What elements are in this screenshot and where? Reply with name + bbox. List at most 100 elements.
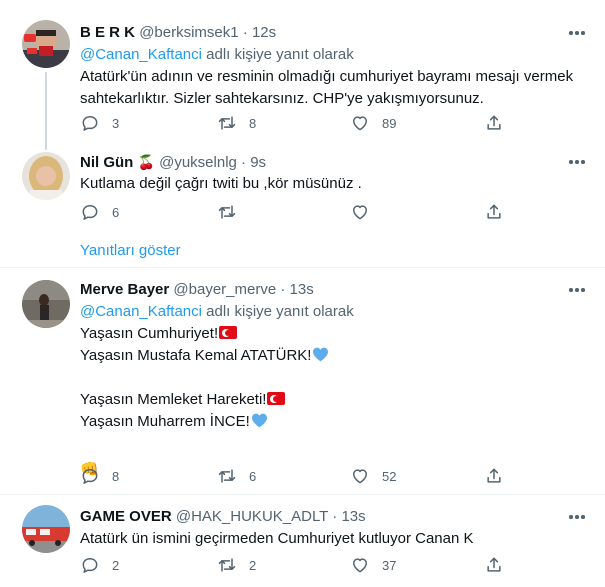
tweet-text: Atatürk ün ismini geçirmeden Cumhuriyet … — [80, 528, 591, 550]
share-icon — [487, 115, 501, 130]
retweet-icon — [218, 558, 236, 572]
timestamp[interactable]: 9s — [250, 154, 266, 171]
reply-context: @Canan_Kaftanci adlı kişiye yanıt olarak — [80, 302, 591, 322]
heart-icon — [353, 205, 367, 220]
heart-icon — [353, 469, 367, 484]
user-handle[interactable]: @yukselnlg — [159, 154, 237, 171]
mention-link[interactable]: @Canan_Kaftanci — [80, 46, 202, 63]
avatar[interactable] — [22, 280, 70, 328]
more-options-icon[interactable] — [567, 23, 587, 43]
tweet-text: Atatürk'ün adının ve resminin olmadığı c… — [80, 66, 591, 110]
share-icon — [487, 557, 501, 572]
reply-count: 2 — [112, 557, 120, 573]
avatar[interactable] — [22, 505, 70, 553]
tweet[interactable]: Nil Gün 🍒 @yukselnlg · 9s Kutlama değil … — [0, 143, 605, 233]
heart-icon — [353, 116, 367, 131]
like-button[interactable]: 37 — [350, 553, 396, 577]
retweet-count: 6 — [249, 468, 257, 484]
blue-heart-icon — [313, 347, 329, 362]
avatar[interactable] — [22, 152, 70, 200]
blue-heart-icon — [251, 413, 267, 428]
retweet-button[interactable]: 2 — [217, 553, 256, 577]
separator-dot: · — [332, 508, 338, 525]
tweet-header: Merve Bayer @bayer_merve · 13s — [80, 280, 591, 300]
retweet-icon — [218, 469, 236, 483]
display-name[interactable]: GAME OVER — [80, 508, 172, 525]
user-handle[interactable]: @bayer_merve — [173, 281, 276, 298]
avatar[interactable] — [22, 20, 70, 68]
display-name[interactable]: Nil Gün — [80, 154, 133, 171]
retweet-button[interactable] — [217, 200, 249, 224]
show-replies-link[interactable]: Yanıtları göster — [80, 241, 181, 261]
tweet-text-line — [80, 433, 591, 455]
tweet-text-line: Kutlama değil çağrı twiti bu ,kör müsünü… — [80, 175, 362, 192]
reply-context-label: adlı kişiye yanıt olarak — [201, 303, 354, 320]
separator-dot: · — [242, 24, 248, 41]
share-icon — [487, 204, 501, 219]
like-count: 89 — [382, 115, 397, 131]
reply-count: 3 — [112, 115, 120, 131]
reply-icon — [82, 116, 98, 131]
like-button[interactable] — [350, 200, 382, 224]
user-handle[interactable]: @HAK_HUKUK_ADLT — [176, 508, 328, 525]
user-handle[interactable]: @berksimsek1 — [139, 24, 238, 41]
like-button[interactable]: 52 — [350, 464, 396, 488]
reply-button[interactable]: 2 — [80, 553, 119, 577]
reply-context-label: adlı kişiye yanıt olarak — [201, 46, 354, 63]
like-button[interactable]: 89 — [350, 111, 396, 135]
tweet-text: Yaşasın Cumhuriyet! Yaşasın Mustafa Kema… — [80, 323, 591, 481]
tweet-text-line: Yaşasın Cumhuriyet! — [80, 325, 219, 342]
tweet-text-line: Atatürk'ün adının ve resminin olmadığı c… — [80, 68, 574, 85]
share-button[interactable] — [484, 553, 504, 577]
turkey-flag-icon — [219, 326, 238, 339]
tweet-header: B E R K @berksimsek1 · 12s — [80, 23, 591, 43]
reply-icon — [82, 558, 98, 573]
reply-button[interactable]: 3 — [80, 111, 119, 135]
tweet[interactable]: B E R K @berksimsek1 · 12s @Canan_Kaftan… — [0, 12, 605, 150]
cherries-emoji: 🍒 — [137, 154, 155, 170]
timestamp[interactable]: 13s — [341, 508, 365, 525]
retweet-count: 8 — [249, 115, 257, 131]
tweet-text-line: Yaşasın Memleket Hareketi! — [80, 391, 267, 408]
reply-icon — [82, 469, 98, 484]
reply-button[interactable]: 6 — [80, 200, 119, 224]
share-button[interactable] — [484, 111, 504, 135]
timestamp[interactable]: 13s — [290, 281, 314, 298]
share-icon — [487, 468, 501, 483]
retweet-icon — [218, 205, 236, 219]
reply-button[interactable]: 8 — [80, 464, 119, 488]
display-name[interactable]: B E R K — [80, 24, 135, 41]
like-count: 52 — [382, 468, 397, 484]
reply-icon — [82, 205, 98, 220]
share-button[interactable] — [484, 464, 504, 488]
retweet-count: 2 — [249, 557, 257, 573]
retweet-button[interactable]: 8 — [217, 111, 256, 135]
tweet-text-line — [80, 367, 591, 389]
reply-count: 8 — [112, 468, 120, 484]
tweet-text-line: Atatürk ün ismini geçirmeden Cumhuriyet … — [80, 530, 474, 547]
reply-count: 6 — [112, 204, 120, 220]
heart-icon — [353, 558, 367, 573]
thread-line — [45, 72, 47, 150]
tweet[interactable]: GAME OVER @HAK_HUKUK_ADLT · 13s Atatürk … — [0, 495, 605, 587]
display-name[interactable]: Merve Bayer — [80, 281, 169, 298]
more-options-icon[interactable] — [567, 280, 587, 300]
tweet-text: Kutlama değil çağrı twiti bu ,kör müsünü… — [80, 173, 591, 195]
separator-dot: · — [280, 281, 286, 298]
tweet-text-line: Yaşasın Mustafa Kemal ATATÜRK! — [80, 347, 312, 364]
retweet-button[interactable]: 6 — [217, 464, 256, 488]
turkey-flag-icon — [267, 392, 286, 405]
tweet[interactable]: Merve Bayer @bayer_merve · 13s @Canan_Ka… — [0, 268, 605, 493]
mention-link[interactable]: @Canan_Kaftanci — [80, 303, 202, 320]
separator-dot: · — [241, 154, 247, 171]
more-options-icon[interactable] — [567, 507, 587, 527]
like-count: 37 — [382, 557, 397, 573]
tweet-text-line: sahtekarlıktır. Sizler sahtekarsınız. CH… — [80, 90, 484, 107]
more-options-icon[interactable] — [567, 152, 587, 172]
share-button[interactable] — [484, 200, 504, 224]
retweet-icon — [218, 116, 236, 130]
tweet-header: GAME OVER @HAK_HUKUK_ADLT · 13s — [80, 507, 591, 527]
reply-context: @Canan_Kaftanci adlı kişiye yanıt olarak — [80, 45, 591, 65]
timestamp[interactable]: 12s — [252, 24, 276, 41]
tweet-text-line: Yaşasın Muharrem İNCE! — [80, 413, 250, 430]
